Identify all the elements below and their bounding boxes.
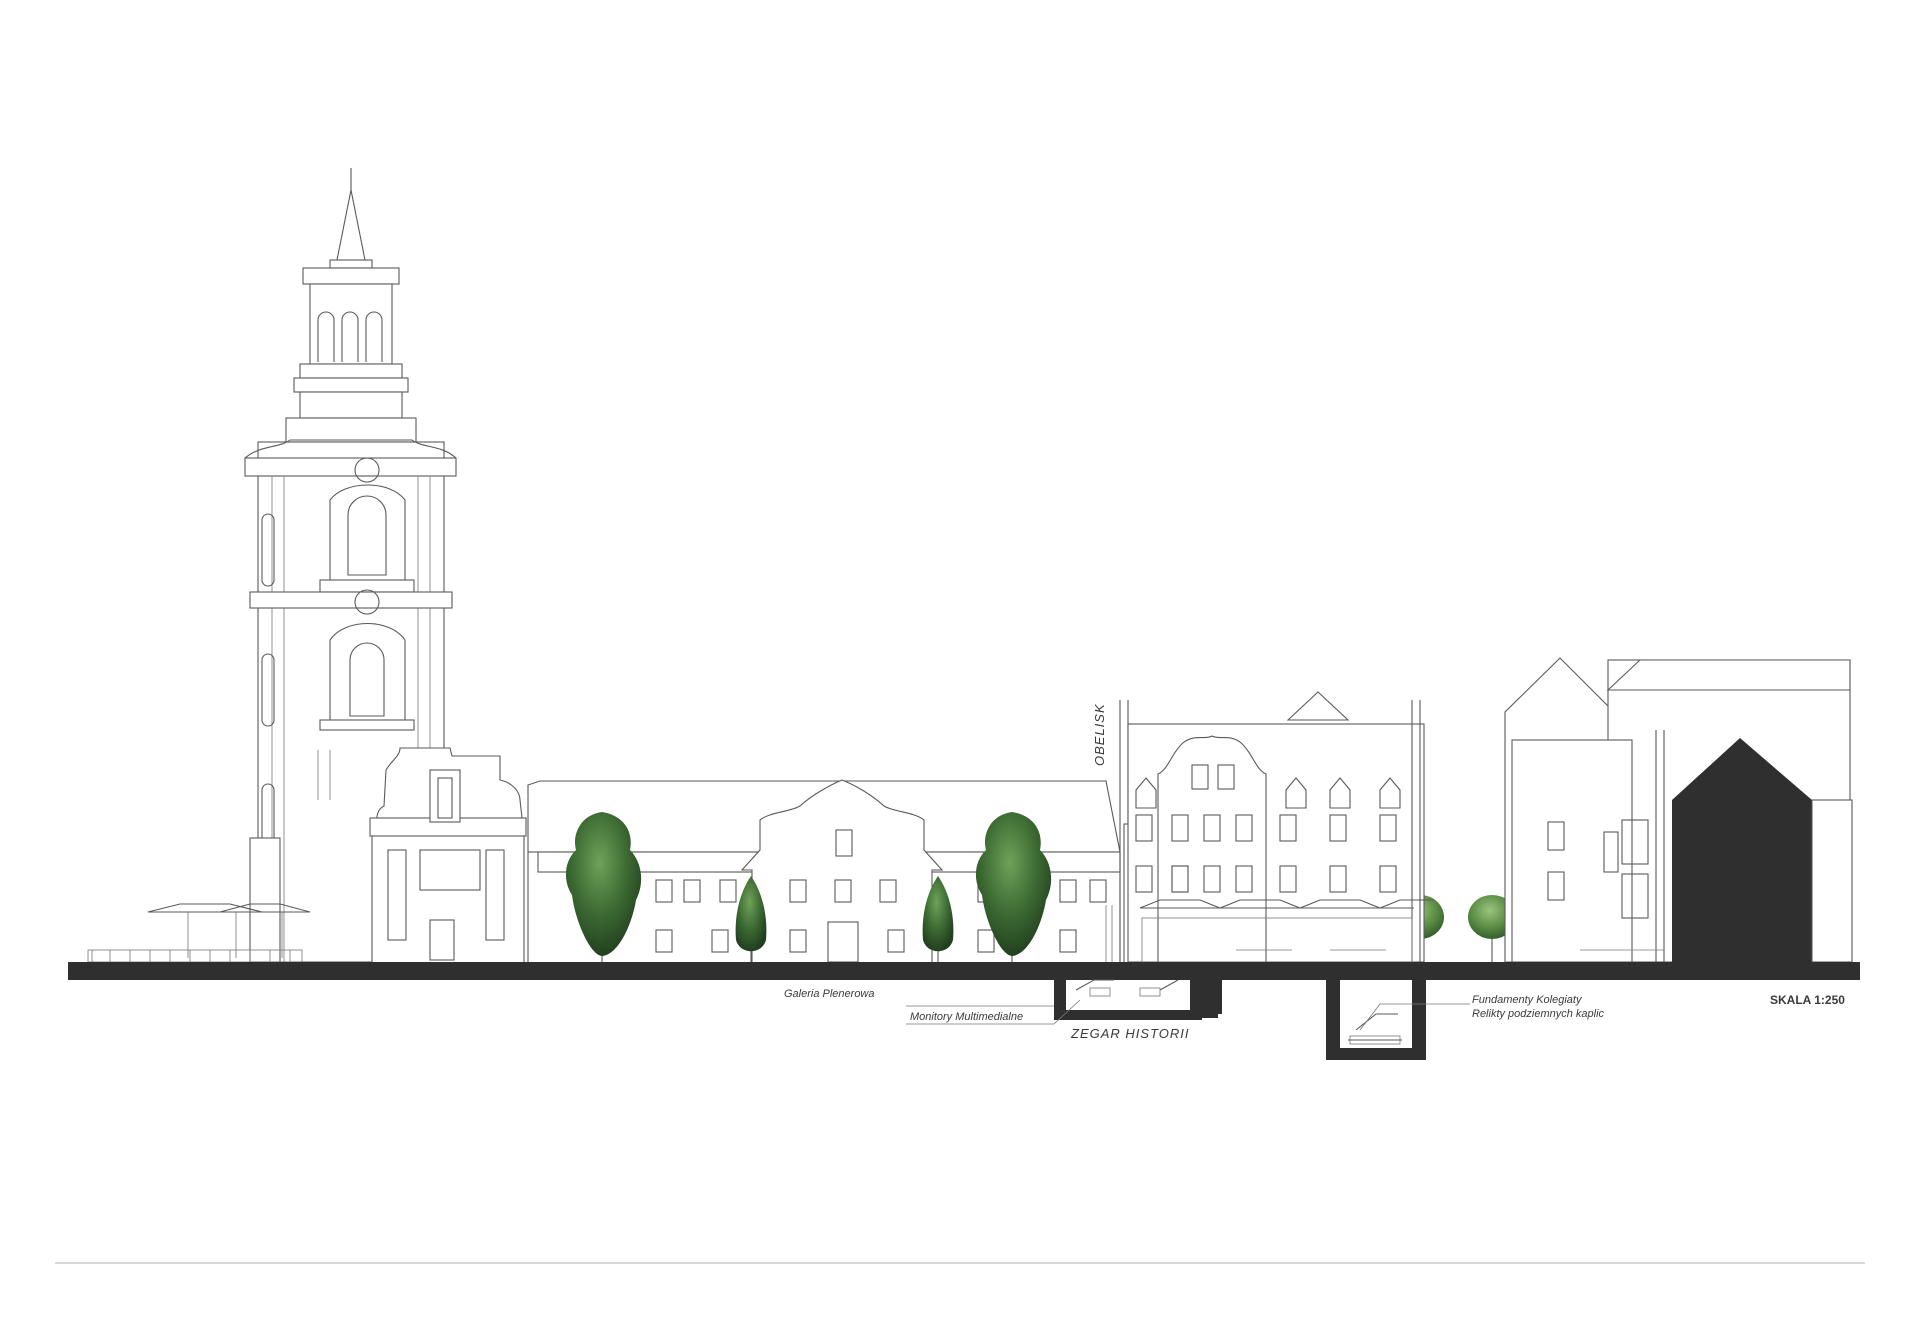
elevation-drawing: Galeria Plenerowa Monitory Multimedialne… [68,168,1860,1060]
label-monitors: Monitory Multimedialne [910,1011,1023,1023]
right-buildings [1504,657,1853,963]
label-foundations: Fundamenty Kolegiaty [1472,994,1583,1006]
label-relics: Relikty podziemnych kaplic [1472,1008,1605,1020]
label-obelisk: OBELISK [1092,703,1107,766]
label-gallery: Galeria Plenerowa [784,988,875,1000]
label-clock: ZEGAR HISTORII [1070,1026,1190,1041]
chapel-annex [369,747,527,966]
footer-divider [55,1262,1865,1264]
tenement-building [1127,691,1434,963]
label-scale: SKALA 1:250 [1770,993,1845,1007]
